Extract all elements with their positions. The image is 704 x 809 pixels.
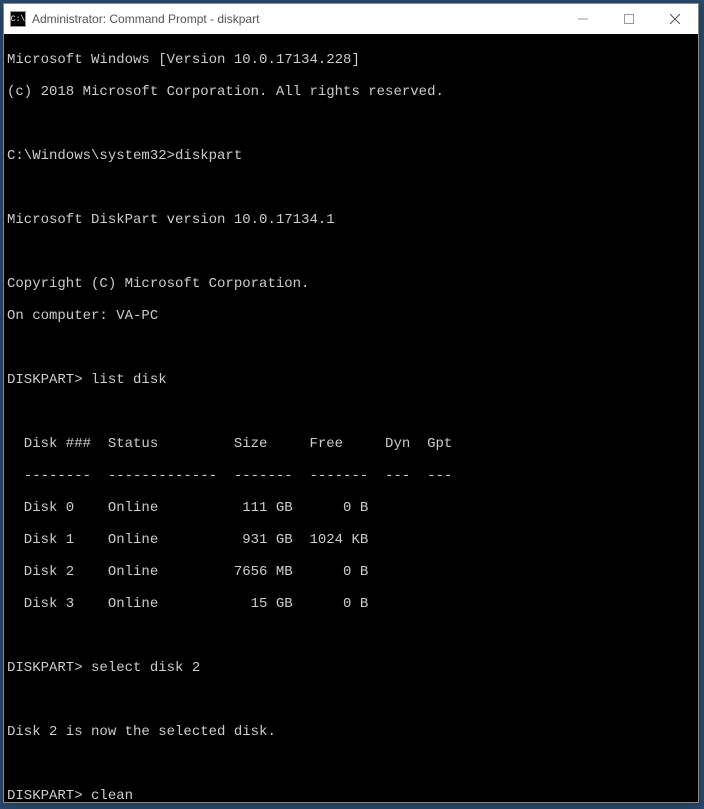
maximize-button[interactable] xyxy=(606,4,652,34)
maximize-icon xyxy=(624,14,634,24)
minimize-button[interactable] xyxy=(560,4,606,34)
table-row: Disk 3 Online 15 GB 0 B xyxy=(7,596,695,612)
close-button[interactable] xyxy=(652,4,698,34)
terminal-line xyxy=(7,692,695,708)
terminal-line: DISKPART> select disk 2 xyxy=(7,660,695,676)
terminal-line: Microsoft Windows [Version 10.0.17134.22… xyxy=(7,52,695,68)
terminal-line: (c) 2018 Microsoft Corporation. All righ… xyxy=(7,84,695,100)
table-row: Disk 1 Online 931 GB 1024 KB xyxy=(7,532,695,548)
terminal-line: DISKPART> clean xyxy=(7,788,695,802)
terminal-line xyxy=(7,116,695,132)
window-controls xyxy=(560,4,698,34)
terminal-line xyxy=(7,628,695,644)
terminal-line xyxy=(7,340,695,356)
minimize-icon xyxy=(578,14,588,24)
terminal-line xyxy=(7,404,695,420)
terminal-line xyxy=(7,756,695,772)
command-prompt-window: C:\ Administrator: Command Prompt - disk… xyxy=(3,3,699,803)
terminal-line: Microsoft DiskPart version 10.0.17134.1 xyxy=(7,212,695,228)
terminal-content[interactable]: Microsoft Windows [Version 10.0.17134.22… xyxy=(4,34,698,802)
table-header: Disk ### Status Size Free Dyn Gpt xyxy=(7,436,695,452)
titlebar[interactable]: C:\ Administrator: Command Prompt - disk… xyxy=(4,4,698,34)
table-row: Disk 0 Online 111 GB 0 B xyxy=(7,500,695,516)
terminal-line xyxy=(7,244,695,260)
close-icon xyxy=(670,14,680,24)
terminal-line: Disk 2 is now the selected disk. xyxy=(7,724,695,740)
table-divider: -------- ------------- ------- ------- -… xyxy=(7,468,695,484)
terminal-line: On computer: VA-PC xyxy=(7,308,695,324)
window-title: Administrator: Command Prompt - diskpart xyxy=(32,12,560,26)
terminal-line: C:\Windows\system32>diskpart xyxy=(7,148,695,164)
table-row: Disk 2 Online 7656 MB 0 B xyxy=(7,564,695,580)
terminal-line: DISKPART> list disk xyxy=(7,372,695,388)
cmd-icon: C:\ xyxy=(10,11,26,27)
terminal-line: Copyright (C) Microsoft Corporation. xyxy=(7,276,695,292)
terminal-line xyxy=(7,180,695,196)
